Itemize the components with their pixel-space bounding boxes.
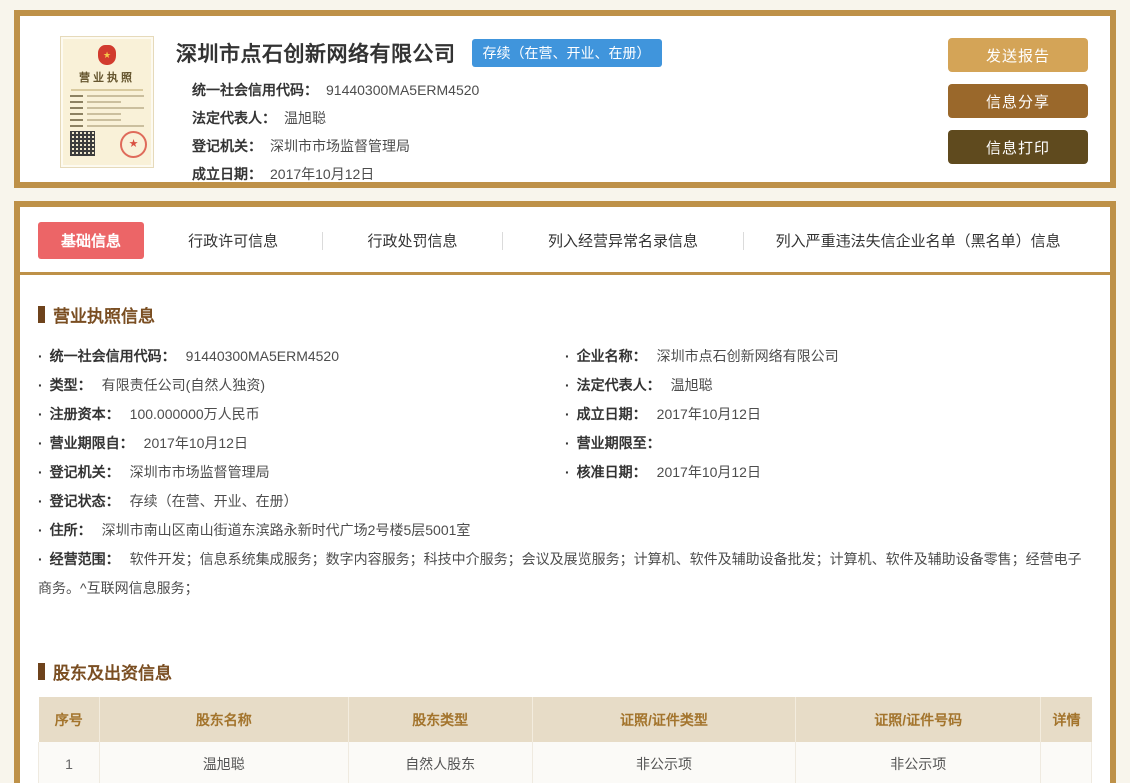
license-divider [71, 89, 143, 91]
national-emblem-icon: ★ [98, 45, 116, 65]
shareholder-table: 序号 股东名称 股东类型 证照/证件类型 证照/证件号码 详情 1 温旭聪 自然… [37, 697, 1092, 783]
company-summary: 深圳市点石创新网络有限公司 存续（在营、开业、在册） 统一社会信用代码： 9144… [154, 36, 930, 188]
print-info-button[interactable]: 信息打印 [948, 130, 1088, 164]
tab-basic-info[interactable]: 基础信息 [38, 222, 145, 259]
shareholder-section-title: 股东及出资信息 [38, 659, 1092, 684]
field-registry-authority: · 登记机关： 深圳市市场监督管理局 [38, 464, 270, 480]
cell-certificate-number: 非公示项 [795, 742, 1042, 783]
field-company-name: · 企业名称： 深圳市点石创新网络有限公司 [565, 348, 839, 364]
cell-index: 1 [37, 742, 101, 783]
shareholder-table-header: 序号 股东名称 股东类型 证照/证件类型 证照/证件号码 详情 [38, 697, 1092, 742]
tab-bar: 基础信息 行政许可信息 行政处罚信息 列入经营异常名录信息 列入严重违法失信企业… [20, 207, 1110, 275]
cell-certificate-type: 非公示项 [532, 742, 797, 783]
page: ★ 营业执照 ★ 深圳市点石创新网络有限公司 存续（在营、开业、在册） 统一社会… [0, 0, 1130, 783]
section-title-bar [38, 663, 45, 680]
col-certificate-type: 证照/证件类型 [532, 697, 797, 742]
license-info-fields: · 统一社会信用代码： 91440300MA5ERM4520 · 类型： 有限责任公司(… [38, 342, 1092, 603]
cell-shareholder-type: 自然人股东 [348, 742, 533, 783]
field-business-scope: · 经营范围： 软件开发；信息系统集成服务；数字内容服务；科技中介服务；会议及展览服… [38, 551, 1082, 596]
license-info-section-title: 营业执照信息 [38, 302, 1092, 327]
company-name: 深圳市点石创新网络有限公司 [176, 43, 456, 66]
company-header-panel: ★ 营业执照 ★ 深圳市点石创新网络有限公司 存续（在营、开业、在册） 统一社会… [14, 10, 1116, 188]
header-actions: 发送报告 信息分享 信息打印 [948, 36, 1088, 164]
field-registered-capital: · 注册资本： 100.000000万人民币 [38, 406, 260, 422]
red-seal-icon: ★ [120, 131, 147, 158]
cell-shareholder-name: 温旭聪 [99, 742, 349, 783]
header-field-registry: 登记机关： 深圳市市场监督管理局 [192, 138, 410, 154]
tab-admin-penalty[interactable]: 行政处罚信息 [367, 230, 457, 251]
share-info-button[interactable]: 信息分享 [948, 84, 1088, 118]
table-row: 1 温旭聪 自然人股东 非公示项 非公示项 [37, 742, 1092, 783]
license-thumb-title: 营业执照 [79, 72, 135, 84]
detail-panel: 基础信息 行政许可信息 行政处罚信息 列入经营异常名录信息 列入严重违法失信企业… [14, 201, 1116, 783]
cell-detail [1040, 742, 1092, 783]
qr-code-icon [70, 131, 95, 156]
tab-abnormal-operations[interactable]: 列入经营异常名录信息 [548, 230, 698, 251]
business-license-thumbnail: ★ 营业执照 ★ [60, 36, 154, 168]
section-title-bar [38, 306, 45, 323]
field-registration-status: · 登记状态： 存续（在营、开业、在册） [38, 493, 298, 509]
field-term-from: · 营业期限自： 2017年10月12日 [38, 435, 248, 451]
col-shareholder-type: 股东类型 [348, 697, 533, 742]
field-founded-date: · 成立日期： 2017年10月12日 [565, 406, 761, 422]
field-company-type: · 类型： 有限责任公司(自然人独资) [38, 377, 265, 393]
field-approval-date: · 核准日期： 2017年10月12日 [565, 464, 761, 480]
field-credit-code: · 统一社会信用代码： 91440300MA5ERM4520 [38, 348, 340, 364]
header-field-credit-code: 统一社会信用代码： 91440300MA5ERM4520 [192, 82, 480, 98]
tab-admin-licensing[interactable]: 行政许可信息 [188, 230, 278, 251]
col-index: 序号 [38, 697, 101, 742]
header-field-legal-rep: 法定代表人： 温旭聪 [192, 110, 326, 126]
field-legal-rep: · 法定代表人： 温旭聪 [565, 377, 713, 393]
field-term-to: · 营业期限至： [565, 435, 661, 451]
status-badge: 存续（在营、开业、在册） [471, 39, 662, 67]
header-field-founded-date: 成立日期： 2017年10月12日 [192, 166, 375, 182]
col-detail: 详情 [1040, 697, 1092, 742]
tab-blacklist[interactable]: 列入严重违法失信企业名单（黑名单）信息 [776, 230, 1061, 251]
col-certificate-number: 证照/证件号码 [795, 697, 1042, 742]
send-report-button[interactable]: 发送报告 [948, 38, 1088, 72]
col-shareholder-name: 股东名称 [99, 697, 349, 742]
field-address: · 住所： 深圳市南山区南山街道东滨路永新时代广场2号楼5层5001室 [38, 522, 471, 538]
